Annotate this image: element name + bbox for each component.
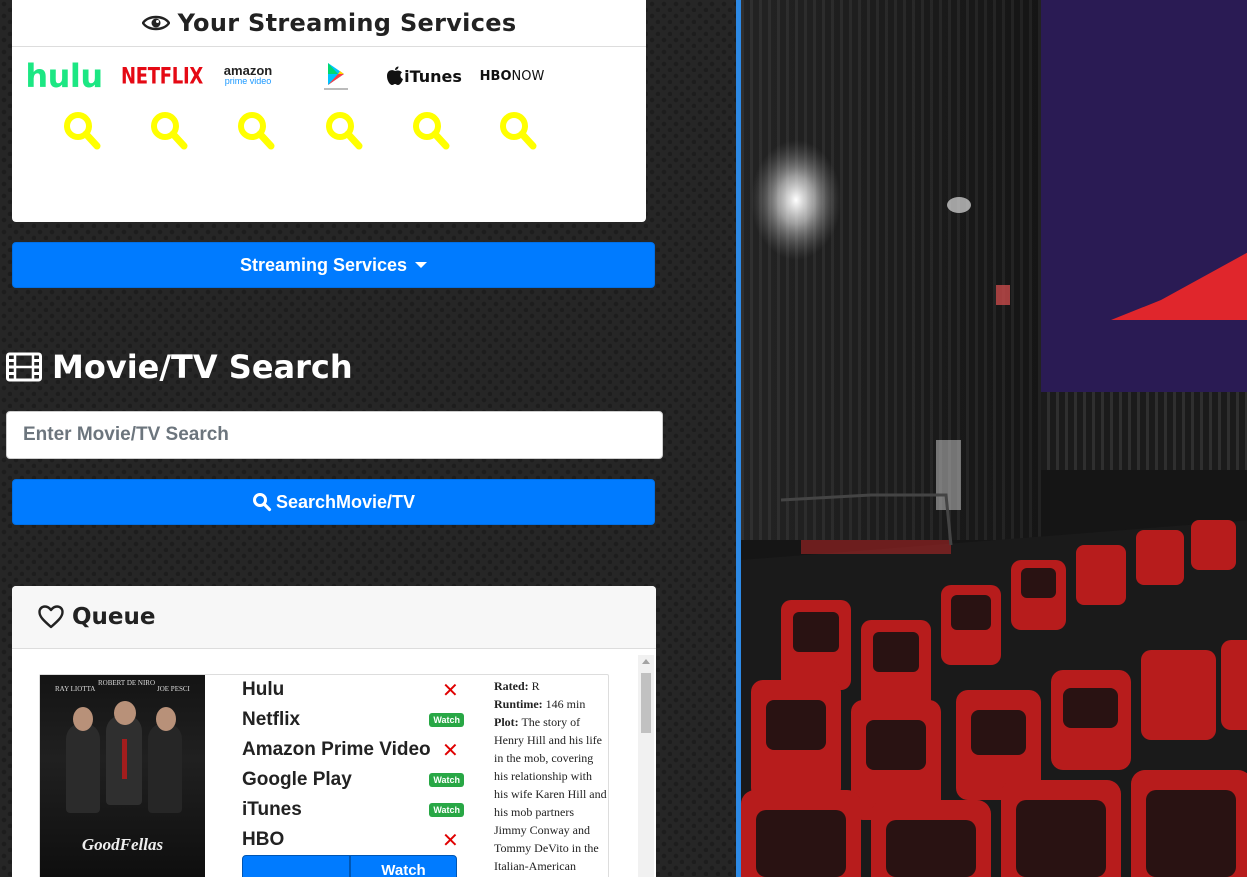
- service-hulu[interactable]: hulu: [22, 57, 106, 95]
- poster-credit: JOE PESCI: [157, 685, 190, 693]
- streaming-services-header: Your Streaming Services: [12, 0, 646, 47]
- service-hbo-now[interactable]: HBONOW: [470, 58, 554, 94]
- provider-name: Hulu: [242, 679, 285, 700]
- google-play-icon: [324, 63, 348, 90]
- itunes-logo: iTunes: [404, 66, 462, 86]
- close-icon: ✕: [442, 828, 459, 852]
- movie-runtime: Runtime: 146 min: [494, 695, 608, 713]
- search-icon[interactable]: [62, 110, 102, 152]
- left-panel: Your Streaming Services hulu NETFLIX ama…: [0, 0, 736, 877]
- provider-row-netflix: Netflix Watch: [242, 705, 464, 735]
- service-google-play[interactable]: [294, 58, 378, 94]
- provider-name: iTunes: [242, 799, 302, 820]
- plot-label: Plot:: [494, 715, 519, 729]
- watch-badge[interactable]: Watch: [429, 713, 464, 727]
- close-icon: ✕: [442, 678, 459, 702]
- search-icon: [252, 493, 272, 512]
- queue-item: RAY LIOTTA ROBERT DE NIRO JOE PESCI Good…: [39, 674, 609, 877]
- search-section-heading: Movie/TV Search: [6, 348, 353, 386]
- caret-down-icon: [415, 262, 428, 268]
- search-button[interactable]: SearchMovie/TV: [12, 479, 655, 525]
- queue-title: Queue: [72, 604, 156, 630]
- heart-icon: [38, 605, 64, 629]
- streaming-services-dropdown-label: Streaming Services: [239, 254, 408, 275]
- hbo-now-logo: HBONOW: [480, 69, 545, 84]
- eye-icon: [141, 15, 170, 31]
- hulu-logo: hulu: [25, 57, 103, 95]
- search-icon[interactable]: [149, 110, 189, 152]
- watch-badge[interactable]: Watch: [429, 803, 464, 817]
- rated-value: R: [531, 679, 540, 693]
- service-itunes[interactable]: iTunes: [382, 58, 466, 94]
- runtime-label: Runtime:: [494, 697, 543, 711]
- movie-details: Rated: R Runtime: 146 min Plot: The stor…: [494, 677, 608, 875]
- provider-name: Netflix: [242, 709, 301, 730]
- provider-name: Amazon Prime Video: [242, 739, 431, 760]
- provider-row-hulu: Hulu ✕: [242, 675, 464, 705]
- apple-icon: [387, 66, 404, 85]
- movie-plot: Plot: The story of Henry Hill and his li…: [494, 713, 608, 875]
- film-icon: [6, 352, 42, 382]
- service-amazon[interactable]: amazon prime video: [206, 58, 290, 94]
- movie-rating: Rated: R: [494, 677, 608, 695]
- movie-poster[interactable]: RAY LIOTTA ROBERT DE NIRO JOE PESCI Good…: [40, 675, 205, 877]
- streaming-services-dropdown[interactable]: Streaming Services: [12, 242, 655, 288]
- provider-name: Google Play: [242, 769, 352, 790]
- provider-name: HBO: [242, 829, 285, 850]
- search-button-label: SearchMovie/TV: [275, 491, 416, 512]
- service-netflix[interactable]: NETFLIX: [120, 58, 204, 94]
- scroll-up-arrow-icon[interactable]: [642, 659, 650, 664]
- rated-label: Rated:: [494, 679, 529, 693]
- scrollbar-thumb[interactable]: [641, 673, 651, 733]
- hbo-logo-text: HBO: [479, 68, 512, 84]
- runtime-value: 146 min: [545, 697, 586, 711]
- theater-illustration: [741, 0, 1247, 877]
- movie-search-input[interactable]: [6, 411, 663, 459]
- watch-badge[interactable]: Watch: [429, 773, 464, 787]
- close-icon: ✕: [442, 738, 459, 762]
- provider-list: Hulu ✕ Netflix Watch Amazon Prime Video …: [242, 675, 464, 855]
- streaming-services-card: Your Streaming Services hulu NETFLIX ama…: [12, 0, 646, 222]
- netflix-logo: NETFLIX: [121, 62, 203, 90]
- poster-tagline: [90, 823, 156, 828]
- plot-text: The story of Henry Hill and his life in …: [494, 715, 607, 873]
- search-section-title: Movie/TV Search: [52, 348, 353, 386]
- queue-scrollbar[interactable]: [638, 655, 654, 877]
- search-icon[interactable]: [498, 110, 538, 152]
- hbo-logo-sub: NOW: [511, 68, 545, 84]
- queue-action-button[interactable]: [242, 855, 350, 877]
- queue-item-actions: Watch: [242, 855, 457, 877]
- search-icon[interactable]: [411, 110, 451, 152]
- streaming-services-title: Your Streaming Services: [177, 9, 517, 37]
- search-icon[interactable]: [324, 110, 364, 152]
- theater-background-image: [736, 0, 1247, 877]
- provider-row-amazon: Amazon Prime Video ✕: [242, 735, 464, 765]
- queue-list[interactable]: RAY LIOTTA ROBERT DE NIRO JOE PESCI Good…: [12, 649, 656, 877]
- queue-card: Queue RAY LIOTTA ROBERT DE NIRO JOE PESC…: [12, 586, 656, 877]
- provider-row-hbo: HBO ✕: [242, 825, 464, 855]
- search-icon[interactable]: [236, 110, 276, 152]
- poster-credit: ROBERT DE NIRO: [98, 679, 156, 687]
- provider-row-google-play: Google Play Watch: [242, 765, 464, 795]
- provider-row-itunes: iTunes Watch: [242, 795, 464, 825]
- service-logos: hulu NETFLIX amazon prime video iTunes H…: [22, 57, 622, 168]
- poster-credit: RAY LIOTTA: [55, 685, 96, 693]
- watch-button[interactable]: Watch: [350, 855, 457, 877]
- amazon-logo: amazon prime video: [224, 64, 272, 87]
- poster-title: GoodFellas: [81, 835, 164, 854]
- amazon-logo-sub: prime video: [224, 76, 272, 86]
- queue-header: Queue: [12, 586, 656, 649]
